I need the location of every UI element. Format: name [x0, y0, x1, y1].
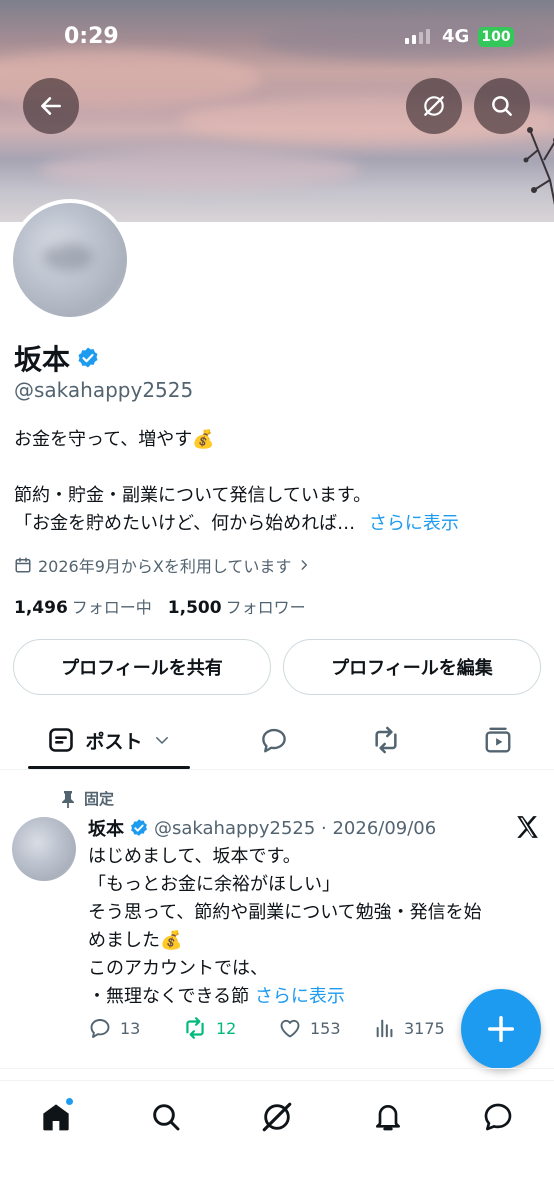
bio-line: お金を守って、増やす💰 — [14, 429, 215, 450]
reply-icon — [262, 728, 286, 753]
reply-count: 13 — [120, 1018, 141, 1038]
compose-post-button[interactable] — [461, 989, 541, 1069]
post-line: めました💰 — [88, 930, 183, 951]
notification-dot — [65, 1097, 74, 1106]
post-line: はじめまして、坂本です。 — [88, 846, 301, 867]
joined-text: 2026年9月からXを利用しています — [38, 557, 292, 576]
bio-last-line: 「お金を貯めたいけど、何から始めれば… — [14, 513, 356, 534]
grok-icon — [424, 96, 444, 116]
tab-posts-label: ポスト — [85, 730, 143, 753]
post-line: 「もっとお金に余裕がほしい」 — [88, 874, 340, 895]
nav-messages[interactable] — [478, 1097, 518, 1137]
post-show-more-link[interactable]: さらに表示 — [255, 986, 345, 1007]
followers-link[interactable]: 1,500 フォロワー — [168, 594, 306, 618]
repost-count: 12 — [216, 1018, 237, 1038]
bottom-navigation — [0, 1080, 554, 1199]
post-last-line: ・無理なくできる節 — [88, 986, 255, 1007]
post-author-name[interactable]: 坂本 — [88, 815, 124, 841]
views-count: 3175 — [404, 1018, 445, 1038]
pin-icon — [62, 790, 74, 808]
active-tab-indicator — [28, 766, 190, 769]
nav-home[interactable] — [36, 1097, 76, 1137]
search-icon — [492, 96, 512, 116]
edit-profile-button[interactable]: プロフィールを編集 — [283, 639, 541, 695]
back-button[interactable] — [23, 78, 79, 134]
following-count: 1,496 — [14, 598, 68, 618]
bio-line — [14, 454, 544, 482]
avatar-image — [13, 203, 127, 317]
timeline-divider — [0, 1068, 554, 1069]
messages-icon — [484, 1103, 512, 1131]
x-logo-icon[interactable] — [514, 814, 540, 840]
chevron-down-icon — [155, 737, 168, 744]
repost-button[interactable]: 12 — [182, 1013, 236, 1043]
search-button[interactable] — [474, 78, 530, 134]
post-text[interactable]: はじめまして、坂本です。 「もっとお金に余裕がほしい」 そう思って、節約や副業に… — [88, 843, 538, 1011]
profile-avatar[interactable] — [9, 199, 131, 321]
verified-icon[interactable] — [76, 346, 100, 370]
repost-icon — [375, 726, 397, 754]
status-time: 0:29 — [64, 24, 119, 49]
verified-icon — [131, 819, 147, 836]
grok-icon — [262, 1102, 292, 1132]
pinned-indicator: 固定 — [60, 788, 114, 809]
plus-icon — [488, 1016, 514, 1042]
tab-replies[interactable] — [250, 710, 298, 770]
bio-line: 節約・貯金・副業について発信しています。 — [14, 485, 372, 506]
views-button[interactable]: 3175 — [374, 1013, 445, 1043]
signal-icon — [405, 28, 430, 44]
profile-bio: お金を守って、増やす💰 節約・貯金・副業について発信しています。 「お金を貯めた… — [14, 426, 544, 538]
following-link[interactable]: 1,496 フォロー中 — [14, 594, 152, 618]
followers-label: フォロワー — [225, 598, 306, 617]
nav-grok[interactable] — [257, 1097, 297, 1137]
tab-posts[interactable]: ポスト — [28, 710, 190, 770]
bell-icon — [376, 1105, 400, 1131]
repost-icon — [186, 1017, 204, 1039]
nav-search[interactable] — [146, 1097, 186, 1137]
chevron-right-icon — [301, 560, 308, 570]
post-line: そう思って、節約や副業について勉強・発信を始 — [88, 902, 482, 923]
post-meta: @sakahappy2525 · 2026/09/06 — [154, 817, 437, 839]
post-header: 坂本 @sakahappy2525 · 2026/09/06 — [88, 815, 436, 841]
post-icon — [49, 728, 74, 752]
like-icon — [280, 1019, 300, 1038]
profile-handle: @sakahappy2525 — [14, 378, 194, 402]
grok-button[interactable] — [406, 78, 462, 134]
reply-button[interactable]: 13 — [88, 1013, 140, 1043]
search-icon — [153, 1104, 180, 1131]
pinned-label: 固定 — [84, 790, 115, 808]
like-count: 153 — [310, 1018, 341, 1038]
network-label: 4G — [442, 26, 470, 47]
media-icon — [485, 727, 511, 753]
profile-name-text: 坂本 — [14, 343, 71, 376]
views-icon — [376, 1019, 393, 1038]
post-avatar[interactable] — [12, 817, 76, 881]
tab-media[interactable] — [474, 710, 522, 770]
reply-icon — [90, 1019, 110, 1038]
following-label: フォロー中 — [71, 598, 152, 617]
joined-date[interactable]: 2026年9月からXを利用しています — [14, 553, 311, 577]
back-icon — [41, 97, 61, 115]
status-bar: 0:29 4G 100 — [0, 22, 554, 56]
post-line: このアカウントでは、 — [88, 958, 268, 979]
share-profile-button[interactable]: プロフィールを共有 — [13, 639, 271, 695]
followers-count: 1,500 — [167, 598, 222, 618]
profile-name: 坂本 — [14, 338, 100, 378]
calendar-icon — [15, 557, 31, 573]
profile-tabs: ポスト — [0, 710, 554, 770]
bio-line: 「お金を貯めたいけど、何から始めれば… さらに表示 — [14, 510, 544, 538]
tab-reposts[interactable] — [362, 710, 410, 770]
bio-show-more-link[interactable]: さらに表示 — [369, 513, 459, 534]
battery-indicator: 100 — [478, 27, 514, 47]
like-button[interactable]: 153 — [278, 1013, 341, 1043]
follow-stats: 1,496 フォロー中 1,500 フォロワー — [14, 594, 306, 618]
nav-notifications[interactable] — [368, 1097, 408, 1137]
